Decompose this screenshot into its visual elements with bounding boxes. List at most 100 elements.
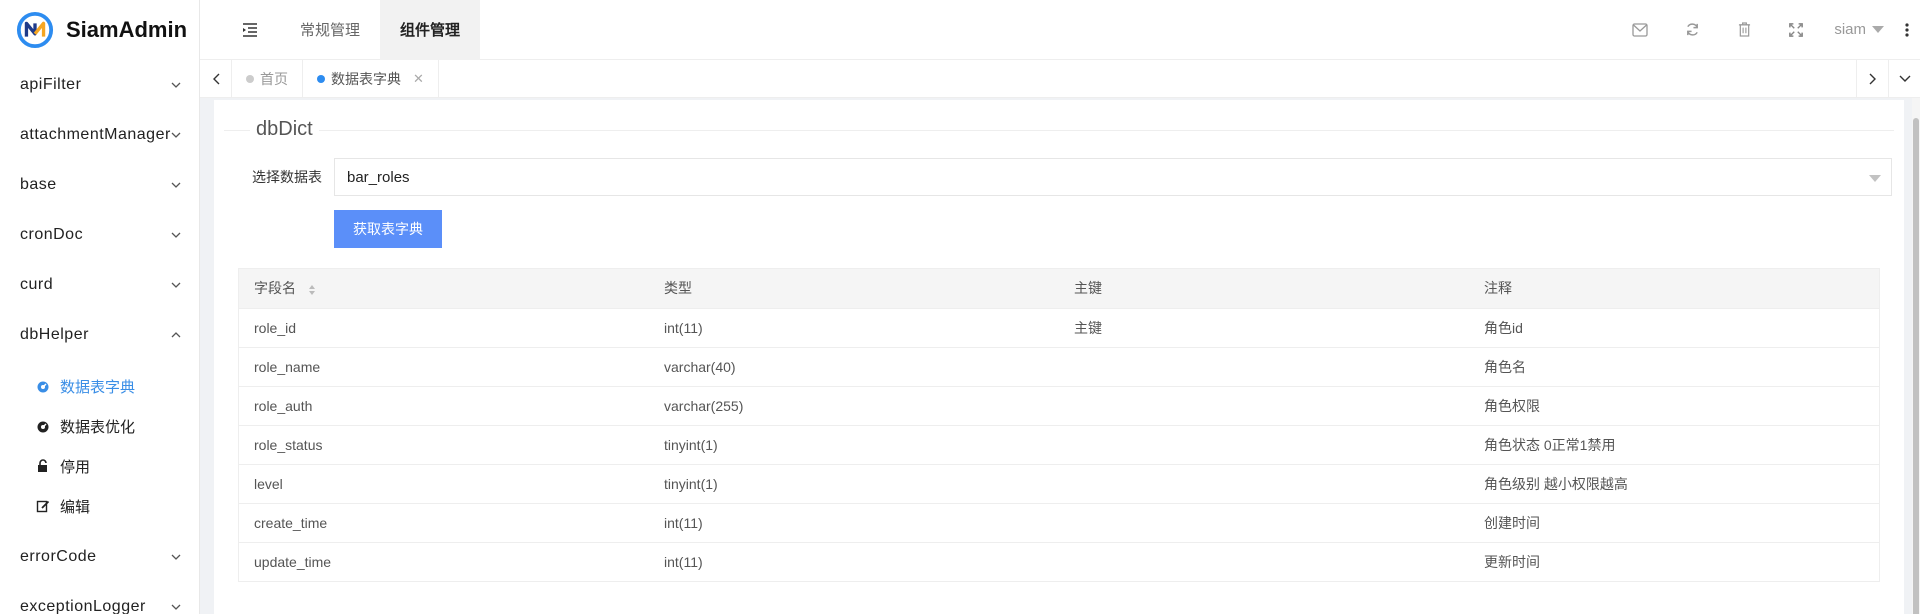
caret-down-icon bbox=[1872, 26, 1884, 33]
cell-comment: 角色级别 越小权限越高 bbox=[1469, 464, 1879, 504]
sidebar-item-attachmentmanager[interactable]: attachmentManager bbox=[0, 110, 199, 160]
page-tab-label: 数据表字典 bbox=[331, 70, 401, 87]
table-select-row: 选择数据表 bar_roles bbox=[224, 158, 1894, 196]
chevron-right-icon bbox=[1869, 73, 1876, 84]
col-header-comment: 注释 bbox=[1469, 269, 1879, 309]
sidebar-item-crondoc[interactable]: cronDoc bbox=[0, 210, 199, 260]
table-row: role_status tinyint(1) 角色状态 0正常1禁用 bbox=[239, 425, 1879, 465]
scrollbar-thumb[interactable] bbox=[1913, 118, 1919, 614]
tabs-scroll-left-button[interactable] bbox=[200, 59, 232, 98]
trash-icon bbox=[1738, 22, 1750, 37]
sidebar-subitem-edit[interactable]: 编辑 bbox=[0, 486, 199, 526]
app-root: SiamAdmin apiFilter attachmentManager ba… bbox=[0, 0, 1920, 614]
fullscreen-button[interactable] bbox=[1770, 0, 1822, 60]
sidebar-item-label: exceptionLogger bbox=[20, 598, 146, 614]
sidebar-item-base[interactable]: base bbox=[0, 160, 199, 210]
cell-field: role_status bbox=[239, 425, 649, 465]
col-header-field[interactable]: 字段名 bbox=[239, 269, 649, 309]
dashboard-icon bbox=[36, 419, 50, 433]
sidebar-subitem-label: 数据表优化 bbox=[60, 418, 136, 436]
cell-field: create_time bbox=[239, 503, 649, 543]
chevron-down-icon bbox=[171, 604, 181, 610]
sidebar-item-apifilter[interactable]: apiFilter bbox=[0, 60, 199, 110]
refresh-button[interactable] bbox=[1666, 0, 1718, 60]
sidebar-item-errorcode[interactable]: errorCode bbox=[0, 532, 199, 582]
sidebar-item-label: cronDoc bbox=[20, 226, 84, 243]
close-icon[interactable]: ✕ bbox=[413, 71, 424, 87]
section-legend: dbDict bbox=[224, 118, 1894, 141]
legend-line bbox=[224, 130, 1894, 131]
chevron-down-icon bbox=[171, 282, 181, 288]
cell-type: varchar(40) bbox=[649, 347, 1059, 387]
sidebar-item-label: attachmentManager bbox=[20, 126, 171, 143]
sidebar-item-label: apiFilter bbox=[20, 76, 82, 93]
table-row: role_auth varchar(255) 角色权限 bbox=[239, 386, 1879, 426]
table-select-value: bar_roles bbox=[347, 168, 410, 186]
cell-primary-key: 主键 bbox=[1059, 308, 1469, 348]
sidebar-subitem-db-optimize[interactable]: 数据表优化 bbox=[0, 406, 199, 446]
cell-comment: 创建时间 bbox=[1469, 503, 1879, 543]
cell-primary-key bbox=[1059, 464, 1469, 504]
cell-comment: 角色状态 0正常1禁用 bbox=[1469, 425, 1879, 465]
cell-comment: 角色权限 bbox=[1469, 386, 1879, 426]
chevron-down-icon bbox=[171, 182, 181, 188]
cell-comment: 角色id bbox=[1469, 308, 1879, 348]
dict-table-wrapper: 字段名 类型 主键 注释 role_id int(11) 主键 角色id rol… bbox=[238, 268, 1880, 582]
sidebar-subitem-db-dict[interactable]: 数据表字典 bbox=[0, 366, 199, 406]
table-row: create_time int(11) 创建时间 bbox=[239, 503, 1879, 543]
sidebar-item-curd[interactable]: curd bbox=[0, 260, 199, 310]
tabs-scroll-right-button[interactable] bbox=[1856, 59, 1888, 98]
edit-icon bbox=[36, 499, 50, 513]
top-nav: 常规管理 组件管理 bbox=[280, 0, 481, 60]
cell-comment: 角色名 bbox=[1469, 347, 1879, 387]
tabs-menu-button[interactable] bbox=[1888, 59, 1920, 98]
cell-field: role_auth bbox=[239, 386, 649, 426]
sidebar-item-dbhelper[interactable]: dbHelper bbox=[0, 310, 199, 360]
logo-icon bbox=[16, 11, 54, 49]
cell-field: level bbox=[239, 464, 649, 504]
section-title: dbDict bbox=[250, 118, 319, 141]
dbhelper-submenu-wrapper: 数据表字典 数据表优化 停用 编辑 bbox=[0, 360, 199, 532]
cell-field: update_time bbox=[254, 553, 332, 570]
cell-primary-key bbox=[1059, 347, 1469, 387]
cell-primary-key bbox=[1059, 503, 1469, 543]
refresh-icon bbox=[1686, 23, 1698, 36]
sort-icon[interactable] bbox=[308, 284, 316, 296]
col-header-primary-key: 主键 bbox=[1059, 269, 1469, 309]
page-tab-db-dict[interactable]: 数据表字典 ✕ bbox=[303, 59, 439, 98]
clear-cache-button[interactable] bbox=[1718, 0, 1770, 60]
header-actions: siam bbox=[1614, 0, 1920, 60]
cell-type: tinyint(1) bbox=[649, 464, 1059, 504]
table-row: level tinyint(1) 角色级别 越小权限越高 bbox=[239, 464, 1879, 504]
message-button[interactable] bbox=[1614, 0, 1666, 60]
username: siam bbox=[1834, 21, 1866, 38]
get-dict-button[interactable]: 获取表字典 bbox=[334, 210, 442, 248]
more-button[interactable] bbox=[1894, 0, 1920, 60]
sidebar-subitem-label: 数据表字典 bbox=[60, 378, 136, 396]
page-tabs-bar: 首页 数据表字典 ✕ bbox=[200, 59, 1920, 98]
cell-type: tinyint(1) bbox=[649, 425, 1059, 465]
caret-down-icon bbox=[1869, 175, 1881, 182]
cell-primary-key bbox=[1059, 425, 1469, 465]
table-select[interactable]: bar_roles bbox=[334, 158, 1892, 196]
brand[interactable]: SiamAdmin bbox=[0, 0, 199, 60]
sidebar-item-label: dbHelper bbox=[20, 326, 89, 343]
dbhelper-submenu: 数据表字典 数据表优化 停用 编辑 bbox=[0, 360, 199, 532]
cell-primary-key bbox=[1059, 386, 1469, 426]
sidebar-toggle-button[interactable] bbox=[220, 0, 280, 60]
db-dict-card: dbDict 选择数据表 bar_roles 获取表字典 字段名 类型 主键 注… bbox=[214, 100, 1904, 614]
fullscreen-icon bbox=[1789, 22, 1804, 37]
tab-general-management[interactable]: 常规管理 bbox=[280, 0, 380, 60]
user-menu[interactable]: siam bbox=[1822, 21, 1894, 38]
tab-component-management[interactable]: 组件管理 bbox=[380, 0, 481, 60]
cell-type: int(11) bbox=[664, 553, 703, 570]
main-scrollbar[interactable] bbox=[1912, 98, 1920, 614]
tab-dot bbox=[246, 74, 254, 83]
sidebar-item-label: curd bbox=[20, 276, 54, 293]
sidebar-item-exceptionlogger[interactable]: exceptionLogger bbox=[0, 582, 199, 614]
sidebar-subitem-label: 编辑 bbox=[60, 498, 91, 516]
cell-field: role_id bbox=[239, 308, 649, 348]
page-tab-home[interactable]: 首页 bbox=[232, 59, 303, 98]
button-row: 获取表字典 bbox=[224, 210, 1894, 248]
sidebar-subitem-disable[interactable]: 停用 bbox=[0, 446, 199, 486]
